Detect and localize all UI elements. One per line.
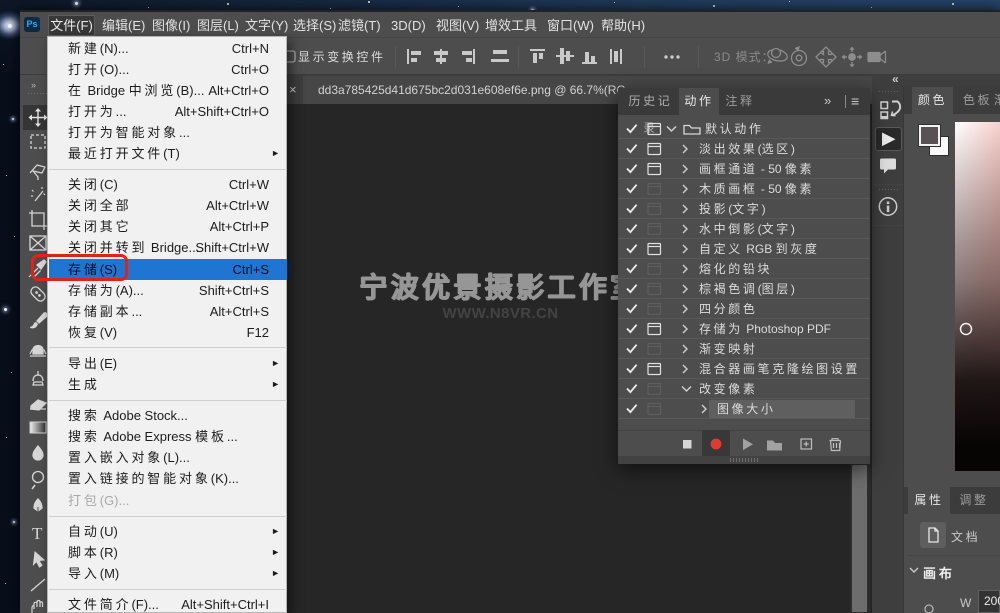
svg-text:»: »	[31, 80, 36, 90]
svg-text:显示变换控件: 显示变换控件	[298, 49, 386, 64]
svg-text:T: T	[32, 524, 43, 543]
svg-text:3D 模式：: 3D 模式：	[714, 50, 775, 64]
